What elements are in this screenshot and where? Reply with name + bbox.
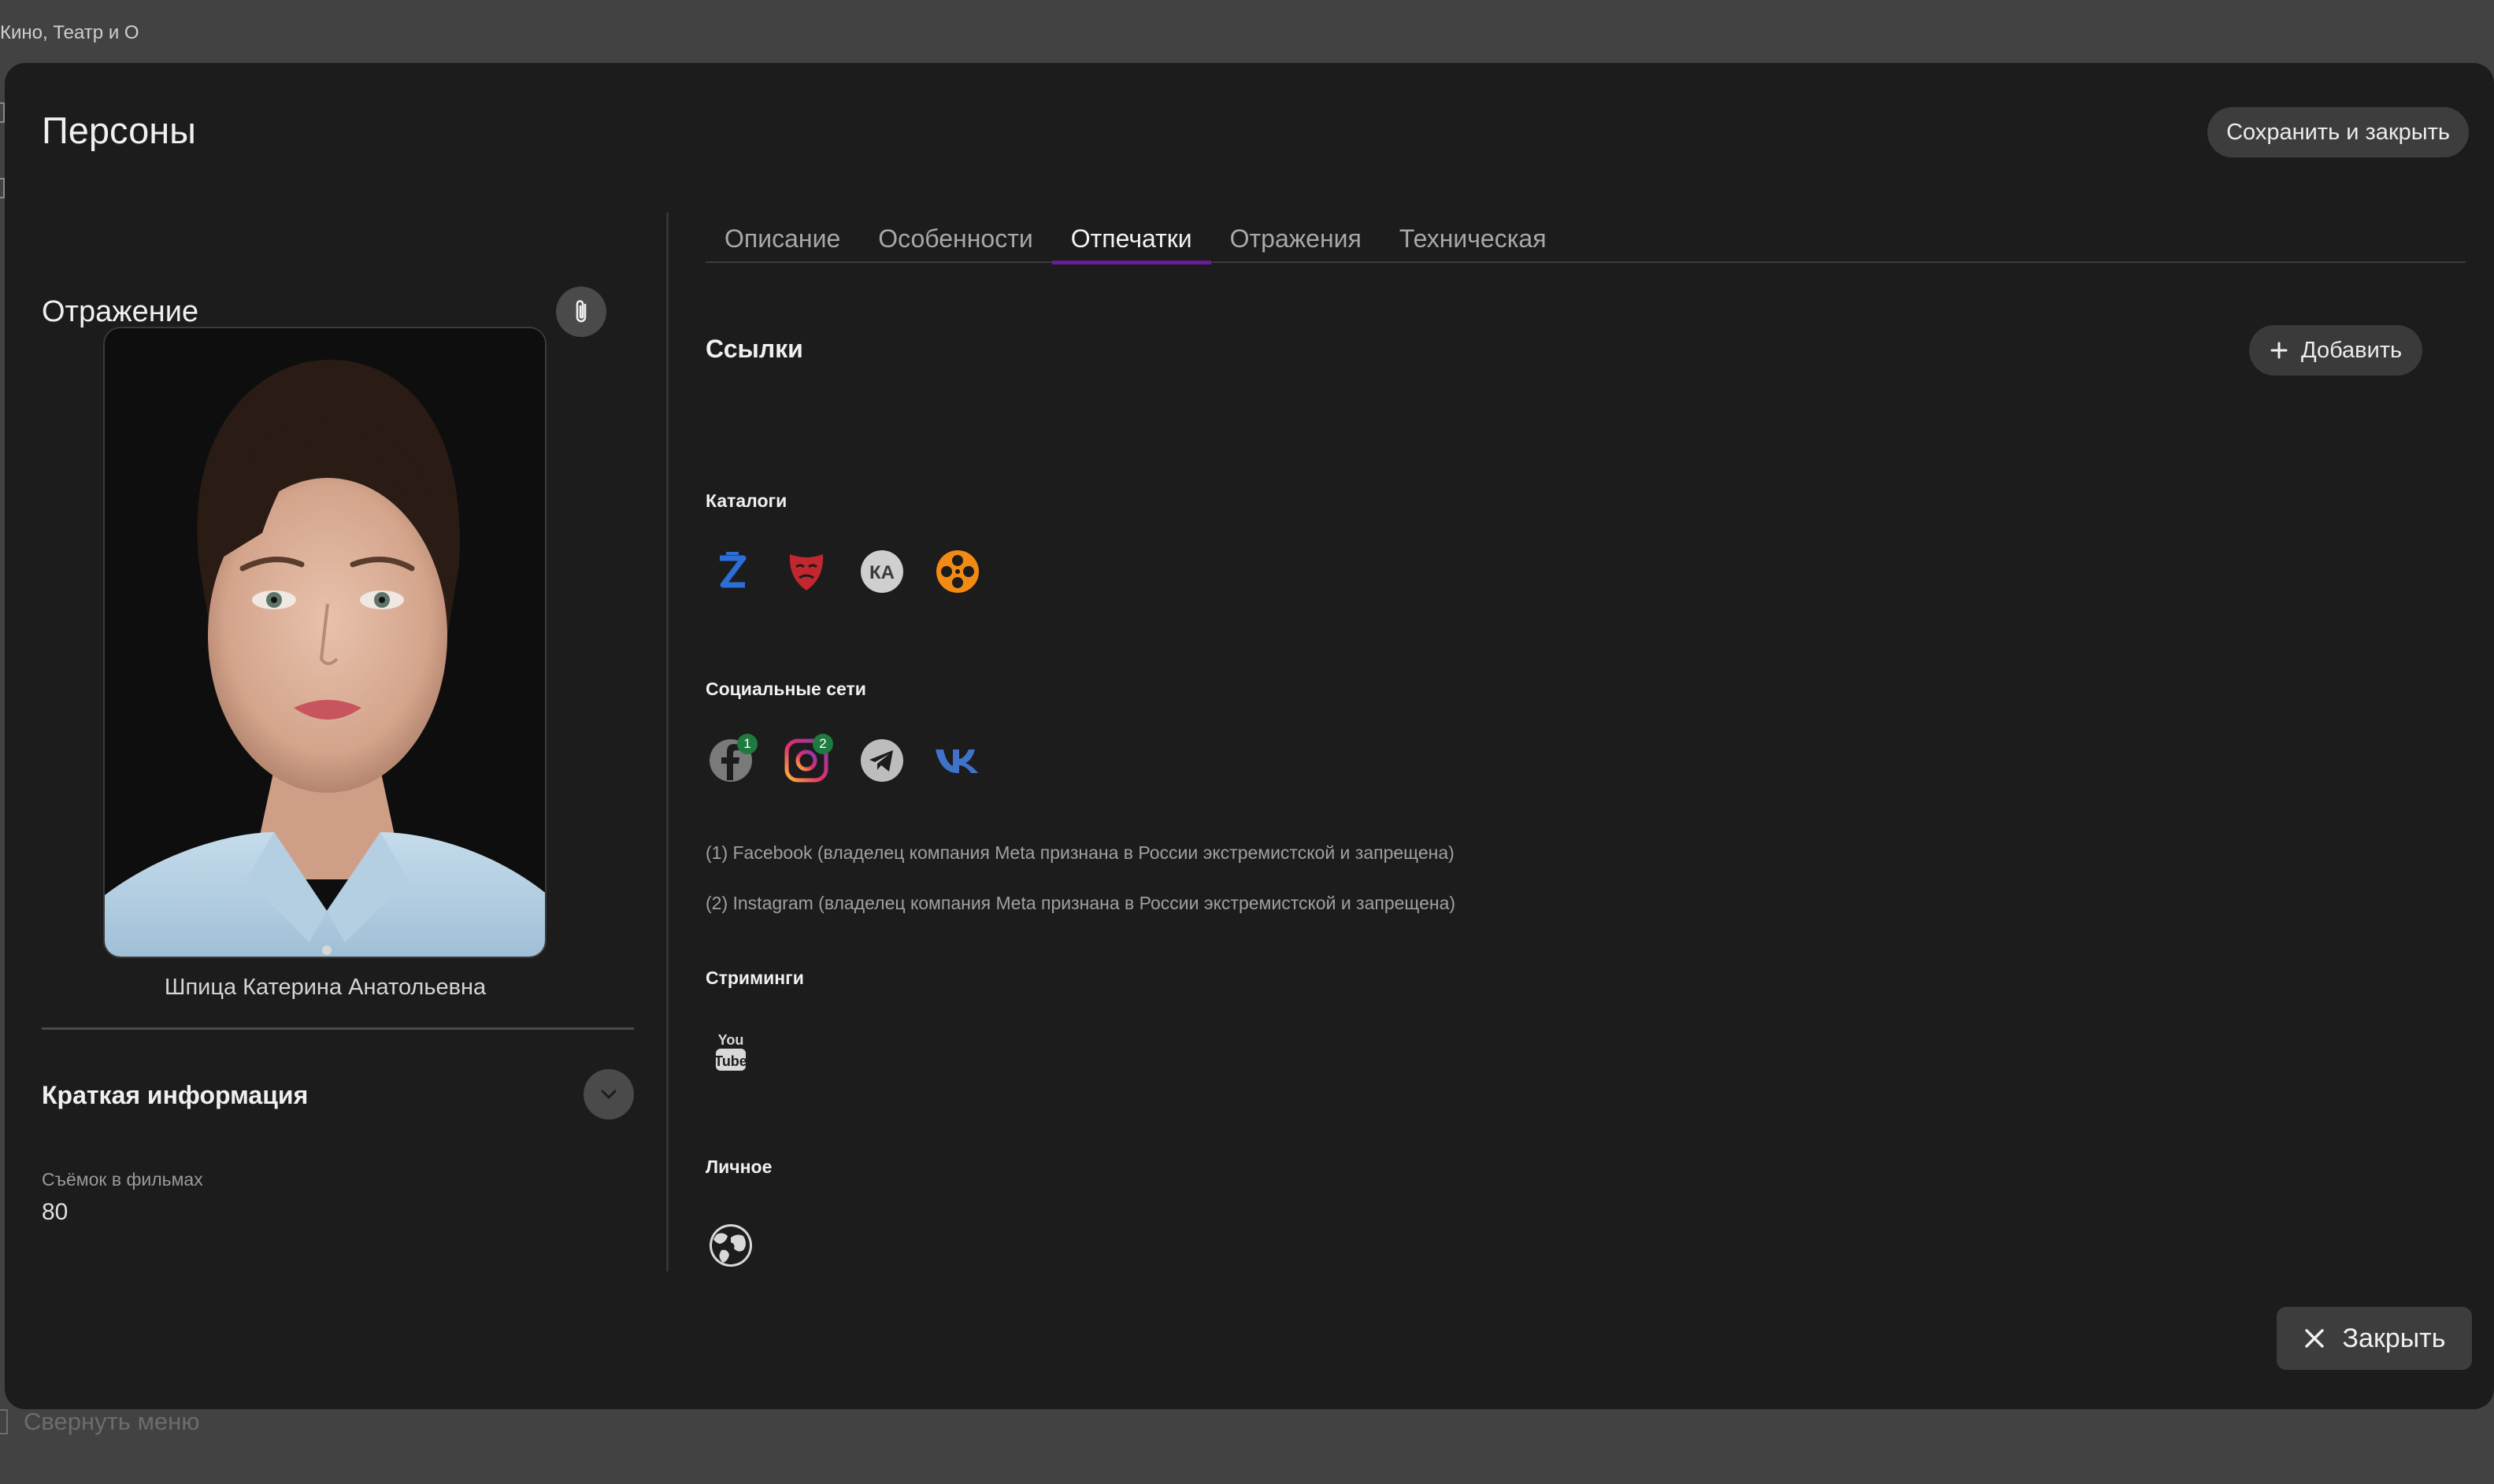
film-reel-icon[interactable] — [932, 546, 983, 597]
youtube-icon[interactable]: You Tube — [706, 1025, 756, 1075]
kinoteatr-icon[interactable]: КА — [857, 546, 907, 597]
streaming-icons: You Tube — [706, 1025, 756, 1075]
brief-info-toggle[interactable] — [584, 1069, 634, 1119]
personal-title: Личное — [706, 1156, 773, 1177]
svg-text:КА: КА — [869, 562, 895, 583]
streaming-title: Стриминги — [706, 968, 804, 988]
instagram-note: (2) Instagram (владелец компания Meta пр… — [706, 893, 1456, 913]
close-label: Закрыть — [2342, 1323, 2446, 1353]
catalogs-icons: КА — [706, 546, 983, 597]
tab-reflections[interactable]: Отражения — [1211, 220, 1380, 263]
svg-text:You: You — [718, 1032, 744, 1048]
close-icon — [2304, 1329, 2324, 1348]
catalogs-title: Каталоги — [706, 490, 787, 511]
instagram-badge: 2 — [813, 734, 833, 754]
personal-icons — [706, 1220, 756, 1271]
facebook-note: (1) Facebook (владелец компания Meta при… — [706, 842, 1455, 863]
facebook-badge: 1 — [737, 734, 758, 754]
zoom-z-icon[interactable] — [706, 546, 756, 597]
chevron-down-icon — [601, 1090, 617, 1100]
globe-icon[interactable] — [706, 1220, 756, 1271]
add-link-button[interactable]: Добавить — [2249, 325, 2423, 376]
card-heading: Отражение — [42, 295, 199, 328]
person-card: Отражение Шпица Катерина Анатольевна Кра… — [42, 213, 634, 1330]
tab-description[interactable]: Описание — [706, 220, 859, 263]
brief-info-title: Краткая информация — [42, 1081, 309, 1109]
divider — [42, 1027, 634, 1030]
theatre-mask-icon[interactable] — [781, 546, 832, 597]
tab-technical[interactable]: Техническая — [1380, 220, 1566, 263]
paperclip-icon — [576, 300, 587, 323]
collapse-menu-label: Свернуть меню — [24, 1408, 200, 1435]
social-icons: 1 2 — [706, 734, 983, 786]
films-count-value: 80 — [42, 1199, 69, 1225]
persons-modal: Персоны Сохранить и закрыть Отражение Шп… — [5, 63, 2494, 1409]
telegram-icon[interactable] — [857, 735, 907, 786]
svg-text:Tube: Tube — [714, 1053, 747, 1069]
films-count-label: Съёмок в фильмах — [42, 1169, 203, 1190]
attach-button[interactable] — [556, 287, 606, 337]
save-and-close-button[interactable]: Сохранить и закрыть — [2207, 107, 2469, 157]
tab-features[interactable]: Особенности — [859, 220, 1051, 263]
collapse-icon — [0, 1409, 8, 1434]
close-button[interactable]: Закрыть — [2277, 1307, 2472, 1370]
social-title: Социальные сети — [706, 679, 866, 699]
person-photo — [103, 327, 547, 958]
app-title: Кино, Театр и О — [0, 22, 139, 43]
instagram-icon[interactable]: 2 — [781, 734, 833, 786]
links-title: Ссылки — [706, 335, 803, 363]
add-link-label: Добавить — [2301, 337, 2403, 363]
tab-prints[interactable]: Отпечатки — [1051, 220, 1211, 265]
column-divider — [666, 213, 669, 1271]
vk-icon[interactable] — [932, 735, 983, 786]
person-name: Шпица Катерина Анатольевна — [164, 975, 487, 1000]
collapse-menu-button[interactable]: Свернуть меню — [0, 1406, 200, 1438]
tab-bar: Описание Особенности Отпечатки Отражения… — [706, 220, 2466, 265]
plus-icon — [2270, 342, 2288, 359]
facebook-icon[interactable]: 1 — [706, 734, 758, 786]
modal-title: Персоны — [42, 109, 196, 151]
